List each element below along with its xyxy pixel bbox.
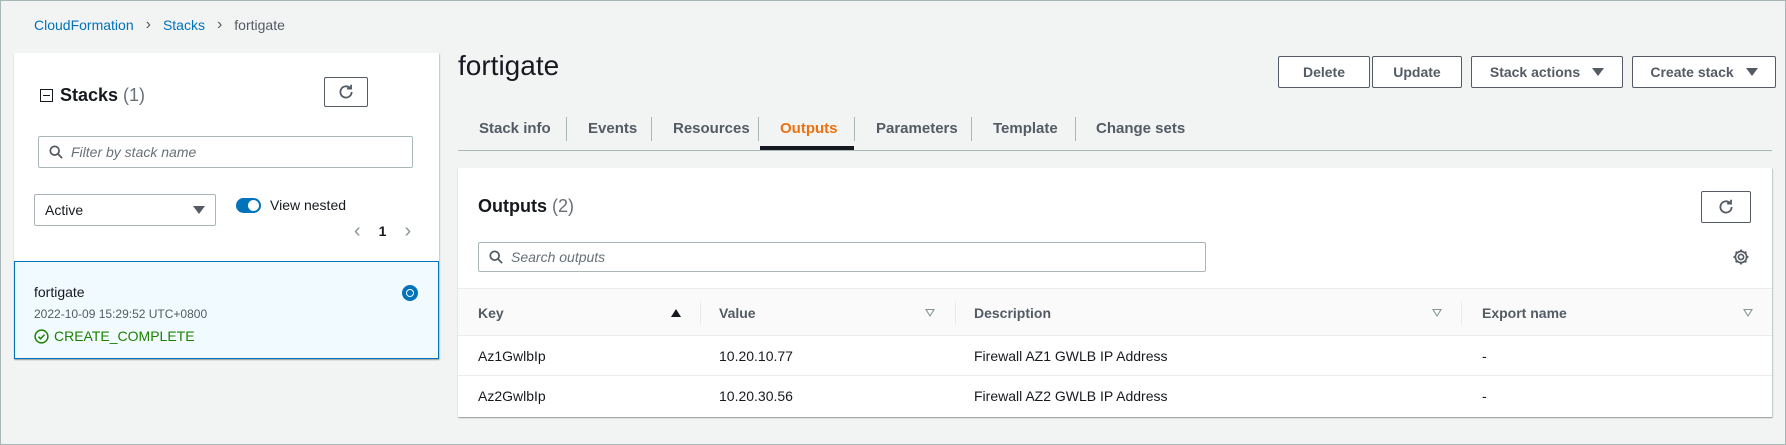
stack-filter-field[interactable] xyxy=(38,136,413,168)
outputs-refresh-button[interactable] xyxy=(1701,191,1751,223)
tab-divider xyxy=(971,117,972,141)
tab-resources[interactable]: Resources xyxy=(673,106,750,151)
tab-parameters[interactable]: Parameters xyxy=(876,106,958,151)
cell-value: 10.20.30.56 xyxy=(719,388,793,404)
column-divider xyxy=(955,301,956,325)
sort-ascending-icon[interactable] xyxy=(671,309,681,317)
column-header-description[interactable]: Description xyxy=(974,289,1274,337)
cell-description: Firewall AZ1 GWLB IP Address xyxy=(974,348,1168,364)
table-row[interactable]: Az1GwlbIp 10.20.10.77 Firewall AZ1 GWLB … xyxy=(458,336,1772,376)
sort-icon[interactable] xyxy=(1432,309,1442,317)
sort-icon[interactable] xyxy=(925,309,935,317)
outputs-count: (2) xyxy=(552,196,574,216)
update-button[interactable]: Update xyxy=(1372,56,1462,88)
outputs-title: Outputs xyxy=(478,196,547,216)
column-divider xyxy=(700,301,701,325)
tab-stack-info[interactable]: Stack info xyxy=(479,106,551,151)
stack-name: fortigate xyxy=(34,284,85,300)
tab-divider xyxy=(566,117,567,141)
status-filter-select[interactable]: Active xyxy=(34,194,216,226)
column-divider xyxy=(1461,301,1462,325)
delete-button[interactable]: Delete xyxy=(1278,56,1370,88)
stack-tabs: Stack info Events Resources Outputs Para… xyxy=(458,106,1772,151)
search-icon xyxy=(49,145,63,159)
chevron-left-icon[interactable]: ‹ xyxy=(344,221,371,241)
caret-down-icon xyxy=(193,206,205,214)
stack-timestamp: 2022-10-09 15:29:52 UTC+0800 xyxy=(34,307,208,321)
active-tab-indicator xyxy=(760,146,854,150)
stacks-panel: Stacks (1) Active View nested ‹ 1 › fort… xyxy=(14,53,439,359)
tab-events[interactable]: Events xyxy=(588,106,637,151)
refresh-icon xyxy=(339,84,353,99)
column-header-key[interactable]: Key xyxy=(478,289,678,337)
tab-divider xyxy=(758,117,759,141)
chevron-right-icon: › xyxy=(145,16,151,33)
stack-select-radio[interactable] xyxy=(402,285,418,301)
view-nested-label: View nested xyxy=(270,197,347,213)
tab-change-sets[interactable]: Change sets xyxy=(1096,106,1185,151)
stack-actions-label: Stack actions xyxy=(1489,64,1581,80)
breadcrumb-cloudformation[interactable]: CloudFormation xyxy=(34,17,134,33)
page-title: fortigate xyxy=(458,50,560,81)
column-header-label: Value xyxy=(719,305,756,321)
sort-icon[interactable] xyxy=(1743,309,1753,317)
view-nested-toggle-group: View nested xyxy=(236,197,346,213)
column-header-value[interactable]: Value xyxy=(719,289,919,337)
column-header-export-name[interactable]: Export name xyxy=(1482,289,1682,337)
create-stack-label: Create stack xyxy=(1650,64,1734,80)
cell-export-name: - xyxy=(1482,388,1487,404)
outputs-panel: Outputs (2) Key Value xyxy=(458,168,1772,417)
view-nested-toggle[interactable] xyxy=(236,197,261,213)
table-row[interactable]: Az2GwlbIp 10.20.30.56 Firewall AZ2 GWLB … xyxy=(458,376,1772,416)
tab-divider xyxy=(854,117,855,141)
settings-gear-icon[interactable] xyxy=(1732,248,1750,266)
stacks-panel-count: (1) xyxy=(123,85,146,105)
breadcrumb-stacks[interactable]: Stacks xyxy=(163,17,205,33)
tab-outputs[interactable]: Outputs xyxy=(780,106,838,151)
chevron-right-icon: › xyxy=(216,16,223,33)
status-filter-value: Active xyxy=(45,202,84,218)
cell-key: Az2GwlbIp xyxy=(478,388,546,404)
stack-filter-input[interactable] xyxy=(71,144,391,160)
create-stack-button[interactable]: Create stack xyxy=(1632,56,1776,88)
stack-list-item[interactable]: fortigate 2022-10-09 15:29:52 UTC+0800 C… xyxy=(14,261,439,359)
outputs-search-input[interactable] xyxy=(511,249,1191,265)
stack-status: CREATE_COMPLETE xyxy=(34,328,195,344)
outputs-header: Outputs (2) xyxy=(478,196,574,217)
search-icon xyxy=(489,250,503,264)
stack-actions-button[interactable]: Stack actions xyxy=(1471,56,1623,88)
refresh-icon xyxy=(1719,199,1733,214)
cell-export-name: - xyxy=(1482,348,1487,364)
update-button-label: Update xyxy=(1393,64,1441,80)
stacks-panel-title: Stacks xyxy=(60,85,119,105)
collapse-icon[interactable] xyxy=(40,89,53,102)
tab-divider xyxy=(1075,117,1076,141)
cell-value: 10.20.10.77 xyxy=(719,348,793,364)
cell-key: Az1GwlbIp xyxy=(478,348,546,364)
table-header: Key Value Description Export name xyxy=(458,288,1772,336)
stacks-pagination: ‹ 1 › xyxy=(344,221,421,241)
column-header-label: Key xyxy=(478,305,504,321)
caret-down-icon xyxy=(1592,68,1605,76)
breadcrumb: CloudFormation › Stacks › fortigate xyxy=(34,16,285,34)
tab-template[interactable]: Template xyxy=(993,106,1058,151)
chevron-right-icon[interactable]: › xyxy=(394,221,421,241)
delete-button-label: Delete xyxy=(1302,64,1346,80)
stacks-refresh-button[interactable] xyxy=(324,77,368,107)
stacks-panel-header: Stacks (1) xyxy=(40,85,145,106)
outputs-search-field[interactable] xyxy=(478,242,1206,272)
success-check-icon xyxy=(34,328,49,344)
column-header-label: Export name xyxy=(1482,305,1567,321)
cell-description: Firewall AZ2 GWLB IP Address xyxy=(974,388,1168,404)
stack-status-text: CREATE_COMPLETE xyxy=(54,328,195,344)
caret-down-icon xyxy=(1745,68,1758,76)
column-header-label: Description xyxy=(974,305,1052,321)
tab-divider xyxy=(651,117,652,141)
page-number[interactable]: 1 xyxy=(371,223,395,239)
breadcrumb-current: fortigate xyxy=(234,17,285,33)
